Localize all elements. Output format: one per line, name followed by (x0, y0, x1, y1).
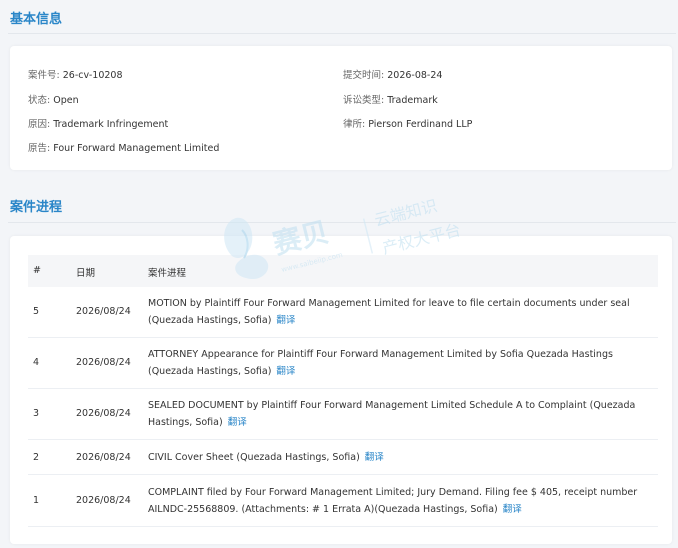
submit-time-label: 提交时间: (343, 70, 388, 81)
section-divider (8, 222, 676, 223)
translate-link[interactable]: 翻译 (503, 504, 522, 515)
lawsuit-type-value: Trademark (387, 95, 438, 106)
cause-label: 原因: (28, 119, 54, 130)
row-text: ATTORNEY Appearance for Plaintiff Four F… (148, 349, 613, 377)
table-row: 3 2026/08/24 SEALED DOCUMENT by Plaintif… (28, 389, 658, 440)
row-text: COMPLAINT filed by Four Forward Manageme… (148, 487, 638, 515)
header-num: # (33, 265, 41, 276)
plaintiff-value: Four Forward Management Limited (53, 143, 220, 154)
case-number-field: 案件号: 26-cv-10208 (28, 67, 123, 81)
row-num: 3 (33, 408, 40, 419)
row-date: 2026/08/24 (76, 495, 131, 506)
row-num: 5 (33, 306, 40, 317)
lawsuit-type-label: 诉讼类型: (343, 95, 388, 106)
submit-time-value: 2026-08-24 (387, 70, 443, 81)
case-progress-title: 案件进程 (10, 200, 63, 215)
row-text: SEALED DOCUMENT by Plaintiff Four Forwar… (148, 400, 636, 428)
plaintiff-field: 原告: Four Forward Management Limited (28, 140, 219, 154)
progress-table-header: # 日期 案件进程 (28, 255, 658, 287)
row-text: CIVIL Cover Sheet (Quezada Hastings, Sof… (148, 452, 360, 463)
case-number-label: 案件号: (28, 70, 63, 81)
translate-link[interactable]: 翻译 (276, 315, 295, 326)
law-firm-field: 律所: Pierson Ferdinand LLP (343, 116, 472, 130)
row-progress-text: CIVIL Cover Sheet (Quezada Hastings, Sof… (148, 449, 660, 466)
section-divider (8, 33, 676, 34)
table-row: 5 2026/08/24 MOTION by Plaintiff Four Fo… (28, 287, 658, 338)
row-text: MOTION by Plaintiff Four Forward Managem… (148, 298, 630, 326)
table-row: 1 2026/08/24 COMPLAINT filed by Four For… (28, 475, 658, 527)
translate-link[interactable]: 翻译 (365, 452, 384, 463)
status-field: 状态: Open (28, 92, 79, 106)
basic-info-card: 案件号: 26-cv-10208 提交时间: 2026-08-24 状态: Op… (10, 46, 672, 170)
row-progress-text: SEALED DOCUMENT by Plaintiff Four Forwar… (148, 397, 660, 431)
cause-value: Trademark Infringement (53, 119, 169, 130)
table-row: 4 2026/08/24 ATTORNEY Appearance for Pla… (28, 338, 658, 389)
table-row: 2 2026/08/24 CIVIL Cover Sheet (Quezada … (28, 440, 658, 475)
row-progress-text: COMPLAINT filed by Four Forward Manageme… (148, 484, 660, 518)
row-num: 1 (33, 495, 40, 506)
law-firm-label: 律所: (343, 119, 369, 130)
row-date: 2026/08/24 (76, 306, 131, 317)
row-date: 2026/08/24 (76, 357, 131, 368)
translate-link[interactable]: 翻译 (276, 366, 295, 377)
header-progress: 案件进程 (148, 268, 187, 279)
translate-link[interactable]: 翻译 (228, 417, 247, 428)
row-progress-text: ATTORNEY Appearance for Plaintiff Four F… (148, 346, 660, 380)
plaintiff-label: 原告: (28, 143, 54, 154)
row-num: 4 (33, 357, 40, 368)
status-value: Open (53, 95, 79, 106)
submit-time-field: 提交时间: 2026-08-24 (343, 67, 442, 81)
law-firm-value: Pierson Ferdinand LLP (368, 119, 473, 130)
row-num: 2 (33, 452, 40, 463)
case-number-value: 26-cv-10208 (62, 70, 123, 81)
basic-info-title: 基本信息 (10, 12, 63, 27)
row-date: 2026/08/24 (76, 408, 131, 419)
row-date: 2026/08/24 (76, 452, 131, 463)
watermark-slogan-1: 云端知识 (372, 196, 439, 230)
lawsuit-type-field: 诉讼类型: Trademark (343, 92, 438, 106)
status-label: 状态: (28, 95, 54, 106)
row-progress-text: MOTION by Plaintiff Four Forward Managem… (148, 295, 660, 329)
header-date: 日期 (76, 268, 96, 279)
cause-field: 原因: Trademark Infringement (28, 116, 168, 130)
